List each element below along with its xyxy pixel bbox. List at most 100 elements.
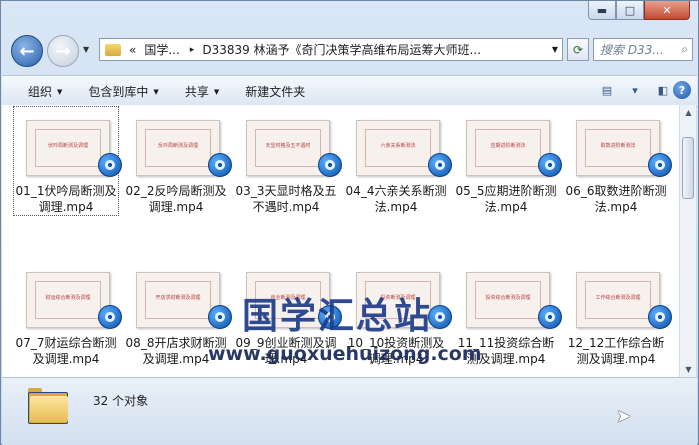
organize-label: 组织 <box>28 84 53 99</box>
thumbnail-border: 工作综合断测及调理 <box>585 281 651 319</box>
chevron-down-icon: ▼ <box>213 87 220 96</box>
folder-icon <box>105 43 121 56</box>
share-label: 共享 <box>184 84 209 99</box>
refresh-button[interactable]: ⟳ <box>567 38 589 61</box>
video-thumbnail: 财运综合断测及调理 <box>26 269 122 333</box>
file-name: 06_6取数进阶断测法.mp4 <box>565 184 667 214</box>
breadcrumb-separator[interactable]: ▸ <box>190 45 195 55</box>
video-thumbnail: 伏吟局断测及调理 <box>26 117 122 181</box>
thumbnail-title: 开店求财断测及调理 <box>155 295 201 301</box>
thumbnail-border: 投资综合断测及调理 <box>475 281 541 319</box>
video-thumbnail: 应期进阶断测法 <box>466 117 562 181</box>
file-item[interactable]: 应期进阶断测法 05_5应期进阶断测法.mp4 <box>454 107 562 215</box>
view-dropdown-icon[interactable]: ▾ <box>625 81 645 99</box>
media-player-icon <box>648 305 672 329</box>
thumbnail-title: 财运综合断测及调理 <box>45 295 91 301</box>
video-thumbnail: 反吟局断测及调理 <box>136 117 232 181</box>
navigation-bar: ← → ▼ « 国学... ▸ D33839 林涵予《奇门决策学高维布局运筹大师… <box>9 35 693 67</box>
file-name: 07_7财运综合断测及调理.mp4 <box>15 336 117 366</box>
recent-pages-dropdown[interactable]: ▼ <box>83 45 89 54</box>
file-item[interactable]: 取数进阶断测法 06_6取数进阶断测法.mp4 <box>564 107 672 215</box>
file-name: 04_4六亲关系断测法.mp4 <box>345 184 447 214</box>
media-player-icon <box>538 305 562 329</box>
thumbnail-title: 伏吟局断测及调理 <box>47 143 88 149</box>
media-player-icon <box>428 153 452 177</box>
file-item[interactable]: 工作综合断测及调理 12_12工作综合断测及调理.mp4 <box>564 259 672 367</box>
address-overflow[interactable]: « <box>129 43 136 57</box>
media-player-icon <box>98 305 122 329</box>
thumbnail-border: 取数进阶断测法 <box>585 129 651 167</box>
media-player-icon <box>538 153 562 177</box>
file-item[interactable]: 反吟局断测及调理 02_2反吟局断测及调理.mp4 <box>124 107 232 215</box>
file-item[interactable]: 伏吟局断测及调理 01_1伏吟局断测及调理.mp4 <box>13 106 122 216</box>
thumbnail-title: 六亲关系断测法 <box>380 143 416 149</box>
watermark-url: www.guoxuehuizong.com <box>208 343 482 365</box>
maximize-button[interactable]: □ <box>616 1 644 20</box>
search-placeholder: 搜索 D33... <box>600 43 664 57</box>
arrow-right-icon: → <box>55 40 71 62</box>
file-name: 01_1伏吟局断测及调理.mp4 <box>15 184 117 214</box>
forward-button[interactable]: → <box>47 35 79 67</box>
address-dropdown-icon[interactable]: ▼ <box>552 45 558 54</box>
file-item[interactable]: 财运综合断测及调理 07_7财运综合断测及调理.mp4 <box>14 259 122 367</box>
file-list-pane[interactable]: 工作综合断测及调理 12_12工作综合断测及调理.mp4 投资综合断测及调理 11_1… <box>2 105 679 377</box>
command-toolbar: 组织 ▼ 包含到库中 ▼ 共享 ▼ 新建文件夹 ▤ ▾ ◧ ? <box>2 75 697 107</box>
scroll-up-icon[interactable]: ▲ <box>681 105 696 120</box>
thumbnail-border: 反吟局断测及调理 <box>145 129 211 167</box>
scrollbar-thumb[interactable] <box>682 137 694 199</box>
minimize-button[interactable]: ▬ <box>588 1 616 20</box>
scroll-down-icon[interactable]: ▼ <box>681 362 696 377</box>
video-thumbnail: 六亲关系断测法 <box>356 117 452 181</box>
video-thumbnail: 天显时格及五不遇时 <box>246 117 342 181</box>
help-icon[interactable]: ? <box>673 81 691 99</box>
explorer-window: ▬ □ ✕ ← → ▼ « 国学... ▸ D33839 林涵予《奇门决策学高维… <box>0 0 699 445</box>
breadcrumb-current[interactable]: D33839 林涵予《奇门决策学高维布局运筹大师班... <box>202 41 481 58</box>
include-in-library-label: 包含到库中 <box>88 84 149 99</box>
thumbnail-border: 天显时格及五不遇时 <box>255 129 321 167</box>
chevron-down-icon: ▼ <box>57 87 63 96</box>
preview-pane-icon[interactable]: ◧ <box>653 81 673 99</box>
window-caption-buttons: ▬ □ ✕ <box>588 1 690 23</box>
thumbnail-border: 开店求财断测及调理 <box>145 281 211 319</box>
thumbnail-title: 反吟局断测及调理 <box>157 143 198 149</box>
chevron-down-icon: ▼ <box>153 87 159 96</box>
media-player-icon <box>98 153 122 177</box>
media-player-icon <box>208 305 232 329</box>
watermark-title: 国学汇总站 <box>242 296 433 337</box>
address-bar[interactable]: « 国学... ▸ D33839 林涵予《奇门决策学高维布局运筹大师班... ▼ <box>99 38 563 61</box>
thumbnail-title: 应期进阶断测法 <box>490 143 526 149</box>
thumbnail-title: 工作综合断测及调理 <box>595 295 641 301</box>
organize-menu[interactable]: 组织 ▼ <box>28 83 62 100</box>
item-count: 32 个对象 <box>93 394 149 408</box>
file-item[interactable]: 天显时格及五不遇时 03_3天显时格及五不遇时.mp4 <box>234 107 342 215</box>
media-player-icon <box>208 153 232 177</box>
share-menu[interactable]: 共享 ▼ <box>185 83 219 100</box>
search-input[interactable]: 搜索 D33... ⌕ <box>593 38 693 61</box>
thumbnail-border: 财运综合断测及调理 <box>35 281 101 319</box>
media-player-icon <box>318 153 342 177</box>
breadcrumb-parent[interactable]: 国学... <box>144 41 179 58</box>
video-thumbnail: 工作综合断测及调理 <box>576 269 672 333</box>
file-name: 02_2反吟局断测及调理.mp4 <box>125 184 227 214</box>
vertical-scrollbar[interactable]: ▲ ▼ <box>679 105 696 377</box>
back-button[interactable]: ← <box>11 35 43 67</box>
video-thumbnail: 投资综合断测及调理 <box>466 269 562 333</box>
include-in-library-menu[interactable]: 包含到库中 ▼ <box>88 83 158 100</box>
thumbnail-border: 六亲关系断测法 <box>365 129 431 167</box>
thumbnail-title: 取数进阶断测法 <box>600 143 636 149</box>
close-button[interactable]: ✕ <box>644 1 690 20</box>
media-player-icon <box>648 153 672 177</box>
mouse-cursor-icon: ➤ <box>616 406 632 427</box>
file-name: 03_3天显时格及五不遇时.mp4 <box>235 184 337 214</box>
file-name: 12_12工作综合断测及调理.mp4 <box>567 336 665 366</box>
thumbnail-border: 伏吟局断测及调理 <box>35 129 101 167</box>
toolbar-right: ▤ ▾ ◧ ? <box>589 81 691 99</box>
details-pane: 32 个对象 ➤ <box>2 377 697 445</box>
file-item[interactable]: 六亲关系断测法 04_4六亲关系断测法.mp4 <box>344 107 452 215</box>
arrow-left-icon: ← <box>19 40 35 62</box>
view-options-icon[interactable]: ▤ <box>597 81 617 99</box>
new-folder-button[interactable]: 新建文件夹 <box>245 83 305 100</box>
search-icon[interactable]: ⌕ <box>681 42 688 57</box>
folder-icon <box>28 386 68 424</box>
video-thumbnail: 取数进阶断测法 <box>576 117 672 181</box>
